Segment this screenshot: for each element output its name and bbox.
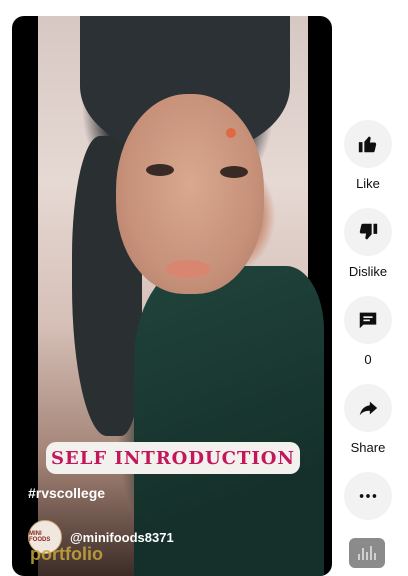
video-bindi bbox=[226, 128, 236, 138]
thumbs-down-icon bbox=[359, 223, 378, 240]
avatar-logo-text: MINI FOODS bbox=[29, 531, 51, 543]
audio-wave-bar bbox=[374, 553, 376, 560]
comments-action[interactable]: 0 bbox=[344, 296, 392, 367]
like-action[interactable]: Like bbox=[344, 120, 392, 191]
more-button[interactable] bbox=[344, 472, 392, 520]
video-eye-right bbox=[220, 166, 248, 178]
like-label: Like bbox=[356, 176, 380, 191]
more-horizontal-icon bbox=[359, 494, 377, 498]
dislike-label: Dislike bbox=[348, 264, 388, 279]
video-overlay-partial-text: portfolio bbox=[30, 544, 103, 564]
caption-text: SELF INTRODUCTION bbox=[51, 447, 295, 469]
thumbs-up-icon bbox=[358, 136, 377, 153]
sound-thumbnail[interactable] bbox=[349, 538, 385, 568]
dislike-button[interactable] bbox=[344, 208, 392, 256]
audio-wave-icon bbox=[358, 554, 360, 560]
share-action[interactable]: Share bbox=[344, 384, 392, 455]
channel-handle[interactable]: @minifoods8371 bbox=[70, 530, 174, 545]
audio-wave-bar bbox=[366, 552, 368, 560]
dislike-action[interactable]: Dislike bbox=[344, 208, 392, 279]
video-eye-left bbox=[146, 164, 174, 176]
share-arrow-icon bbox=[359, 401, 378, 416]
comment-icon bbox=[359, 312, 377, 329]
audio-wave-bar bbox=[362, 548, 364, 560]
comments-button[interactable] bbox=[344, 296, 392, 344]
share-label: Share bbox=[350, 440, 386, 455]
comments-count: 0 bbox=[364, 352, 372, 367]
share-button[interactable] bbox=[344, 384, 392, 432]
audio-wave-bar bbox=[370, 546, 372, 560]
like-button[interactable] bbox=[344, 120, 392, 168]
hashtag-link[interactable]: #rvscollege bbox=[28, 485, 105, 501]
video-lips bbox=[166, 260, 210, 278]
more-action[interactable] bbox=[344, 472, 392, 520]
video-caption-overlay: SELF INTRODUCTION bbox=[46, 442, 300, 474]
